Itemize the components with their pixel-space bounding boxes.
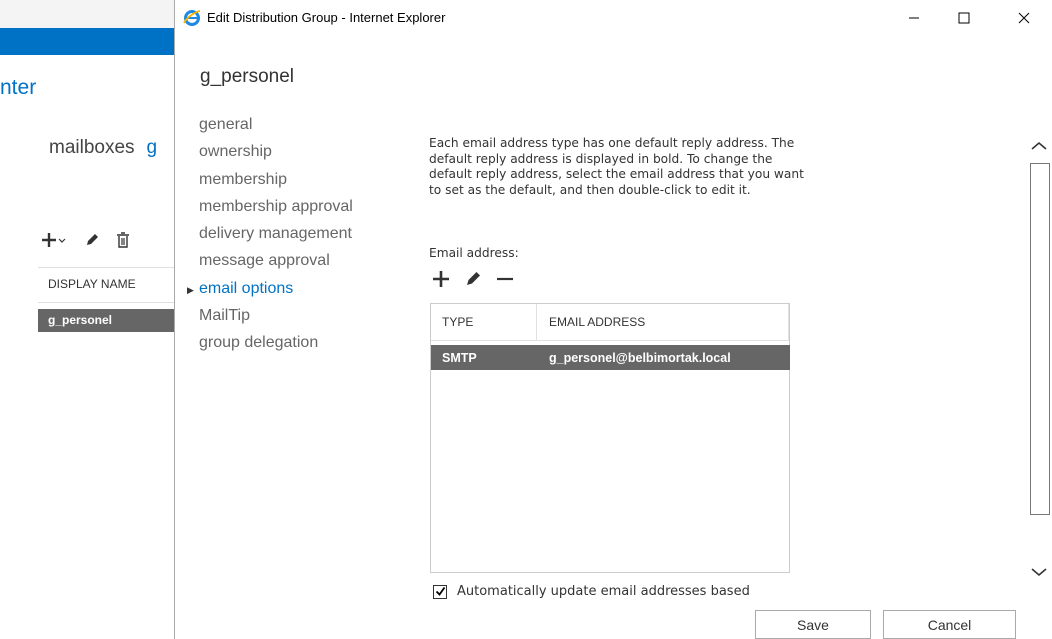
cell-email-address: g_personel@belbimortak.local [549,350,731,365]
nav-item-delivery-management[interactable]: delivery management [199,225,353,252]
email-toolbar [432,270,514,292]
add-email-button[interactable] [432,270,450,292]
tab-mailboxes[interactable]: mailboxes [49,137,135,158]
background-table-row[interactable]: g_personel [38,309,174,332]
delete-icon[interactable] [116,232,130,252]
tab-groups[interactable]: g [147,137,158,158]
auto-update-label: Automatically update email addresses bas… [457,584,750,599]
add-icon[interactable] [42,232,68,252]
dialog-nav: general ownership membership membership … [187,116,353,362]
cell-type: SMTP [442,350,477,365]
nav-item-membership[interactable]: membership [199,171,353,198]
scroll-up-button[interactable] [1027,138,1051,158]
scrollbar-thumb[interactable] [1030,163,1050,515]
auto-update-checkbox[interactable] [433,584,447,599]
nav-item-membership-approval[interactable]: membership approval [199,198,353,225]
nav-item-general[interactable]: general [199,116,353,143]
column-email-address[interactable]: EMAIL ADDRESS [537,304,789,340]
add-icon [433,271,449,287]
nav-item-message-approval[interactable]: message approval [199,252,353,279]
row-display-name: g_personel [48,313,113,327]
maximize-icon [958,12,970,24]
nav-item-email-options[interactable]: ▶ email options [187,279,353,307]
auto-update-row: Automatically update email addresses bas… [433,584,750,599]
background-table-header: DISPLAY NAME [38,267,174,303]
background-page-title: nter [0,76,37,99]
edit-icon [467,272,480,285]
nav-item-group-delegation[interactable]: group delegation [199,334,353,361]
save-button[interactable]: Save [755,610,871,639]
edit-email-button[interactable] [464,270,482,292]
email-address-label: Email address: [429,246,519,260]
column-type[interactable]: TYPE [431,304,537,340]
minimize-icon [909,17,919,19]
background-toolbar [42,232,130,252]
minimize-button[interactable] [891,4,937,32]
close-button[interactable] [1001,4,1047,32]
close-icon [1018,12,1030,24]
background-tabs: mailboxes g [49,137,157,159]
scroll-down-button[interactable] [1027,564,1051,584]
chevron-down-icon [1031,568,1047,577]
nav-item-ownership[interactable]: ownership [199,143,353,170]
nav-item-label: email options [199,279,294,297]
title-bar[interactable]: Edit Distribution Group - Internet Explo… [175,0,1052,36]
internet-explorer-icon [183,9,201,31]
table-row[interactable]: SMTP g_personel@belbimortak.local [431,345,790,370]
edit-icon[interactable] [84,232,100,252]
cancel-button[interactable]: Cancel [883,610,1016,639]
minus-icon [497,277,513,281]
background-header-bar [0,28,174,55]
edit-distribution-group-window: Edit Distribution Group - Internet Explo… [174,0,1052,639]
chevron-up-icon [1031,141,1047,150]
group-name-title: g_personel [200,66,295,87]
table-header: TYPE EMAIL ADDRESS [431,304,789,341]
active-arrow-icon: ▶ [187,284,194,295]
nav-item-mailtip[interactable]: MailTip [199,307,353,334]
column-display-name[interactable]: DISPLAY NAME [48,277,136,291]
background-top-strip [0,0,174,28]
maximize-button[interactable] [941,4,987,32]
email-address-table: TYPE EMAIL ADDRESS SMTP g_personel@belbi… [430,303,790,573]
checkmark-icon [435,586,445,596]
remove-email-button[interactable] [496,270,514,292]
window-title: Edit Distribution Group - Internet Explo… [207,10,446,25]
email-options-description: Each email address type has one default … [429,136,804,197]
